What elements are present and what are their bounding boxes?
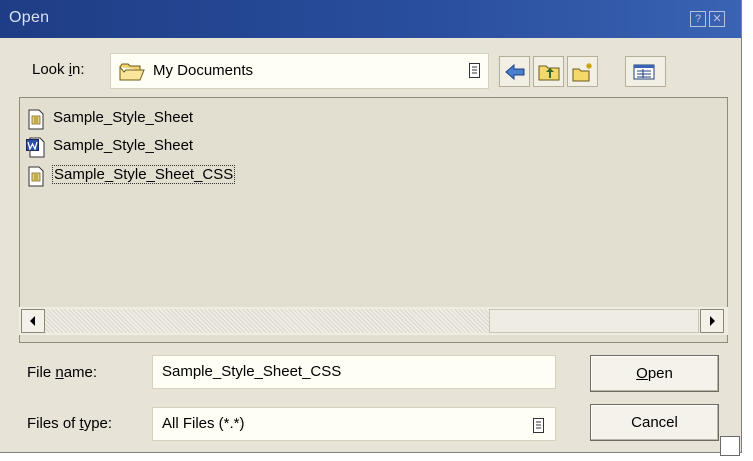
scroll-right-button[interactable] [700, 309, 724, 333]
file-name-label: File name: [27, 364, 98, 381]
stylesheet-file-icon [28, 166, 44, 187]
folder-icon [119, 63, 145, 81]
stylesheet-file-icon [28, 109, 44, 130]
open-button[interactable]: Open [590, 355, 719, 392]
title-bar[interactable]: Open ? ✕ [0, 0, 741, 38]
look-in-label: Look in: [32, 61, 85, 78]
up-one-level-icon [538, 65, 560, 81]
scroll-left-button[interactable] [21, 309, 45, 333]
dropdown-arrow-icon[interactable] [533, 418, 544, 433]
view-menu-icon [633, 64, 655, 80]
window-title: Open [9, 9, 50, 26]
look-in-value: My Documents [153, 62, 254, 79]
up-one-level-button[interactable] [533, 56, 564, 87]
word-document-icon [26, 137, 45, 158]
cancel-button[interactable]: Cancel [590, 404, 719, 441]
look-in-combobox[interactable]: My Documents [110, 53, 489, 89]
file-name-label: Sample_Style_Sheet [53, 137, 194, 154]
new-folder-button[interactable] [567, 56, 598, 87]
resize-grip[interactable] [720, 436, 740, 456]
arrow-right-icon [710, 316, 715, 326]
scrollbar-track[interactable] [45, 309, 489, 333]
help-button[interactable]: ? [690, 11, 706, 27]
new-folder-icon [572, 63, 592, 82]
close-button[interactable]: ✕ [709, 11, 725, 27]
files-of-type-label: Files of type: [27, 415, 113, 432]
back-icon [505, 63, 525, 81]
scrollbar-thumb[interactable] [489, 309, 699, 333]
horizontal-scrollbar[interactable] [19, 307, 728, 335]
file-name-label: Sample_Style_Sheet_CSS [52, 165, 236, 184]
dropdown-arrow-icon[interactable] [469, 63, 480, 78]
arrow-left-icon [30, 316, 35, 326]
files-of-type-combobox[interactable]: All Files (*.*) [152, 407, 556, 441]
file-name-value: Sample_Style_Sheet_CSS [162, 363, 342, 380]
file-name-input[interactable]: Sample_Style_Sheet_CSS [152, 355, 556, 389]
file-name-label: Sample_Style_Sheet [53, 109, 194, 126]
view-menu-button[interactable] [625, 56, 666, 87]
back-button[interactable] [499, 56, 530, 87]
open-dialog: Open ? ✕ Look in: My Documents Sample_St… [0, 0, 742, 453]
files-of-type-value: All Files (*.*) [162, 415, 245, 432]
